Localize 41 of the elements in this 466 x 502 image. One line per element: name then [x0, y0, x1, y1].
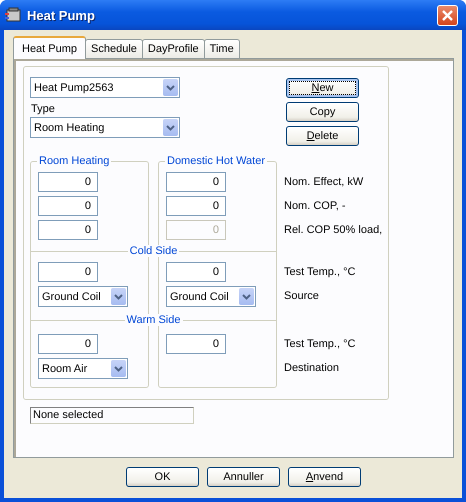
status-field: None selected [30, 407, 194, 424]
field-label: Source [284, 290, 320, 302]
field-label: Nom. Effect, kW [284, 176, 364, 188]
input-field[interactable]: 0 [38, 220, 98, 240]
field-label: Test Temp., °C [284, 338, 356, 350]
input-field[interactable]: 0 [166, 262, 226, 282]
dropdown[interactable]: Ground Coil [166, 286, 256, 307]
input-field[interactable]: 0 [38, 262, 98, 282]
field-label: Destination [284, 362, 340, 374]
input-field[interactable]: 0 [166, 334, 226, 354]
button[interactable]: Anvend [288, 467, 361, 487]
button[interactable]: Annuller [207, 467, 280, 487]
input-field[interactable]: 0 [38, 172, 98, 192]
field-label: Rel. COP 50% load, [284, 224, 384, 236]
field-label: Test Temp., °C [284, 266, 356, 278]
window-title: Heat Pump [27, 8, 96, 22]
button[interactable]: Copy [286, 102, 359, 122]
tab[interactable]: DayProfile [142, 39, 205, 58]
tab[interactable]: Heat Pump [13, 36, 86, 59]
field-label: Type [31, 103, 56, 115]
button[interactable]: Delete [286, 126, 359, 146]
input-field[interactable]: 0 [166, 196, 226, 216]
dropdown[interactable]: Room Air [38, 358, 128, 379]
input-field[interactable]: 0 [38, 196, 98, 216]
input-field[interactable]: 0 [166, 172, 226, 192]
group-title: Room Heating [37, 155, 112, 167]
app-icon [5, 7, 21, 23]
field-label: Nom. COP, - [284, 200, 347, 212]
dropdown[interactable]: Heat Pump2563 [30, 77, 180, 98]
input-field[interactable]: 0 [38, 334, 98, 354]
close-button[interactable] [437, 4, 458, 26]
section-title: Warm Side [124, 314, 182, 326]
dropdown[interactable]: Ground Coil [38, 286, 128, 307]
group-title: Domestic Hot Water [165, 155, 268, 167]
tab[interactable]: Schedule [85, 39, 143, 58]
close-icon [442, 10, 453, 20]
section-title: Cold Side [128, 245, 180, 257]
button[interactable]: New [286, 78, 359, 98]
tab[interactable]: Time [204, 39, 240, 58]
dropdown[interactable]: Room Heating [30, 117, 180, 138]
button[interactable]: OK [126, 467, 199, 487]
